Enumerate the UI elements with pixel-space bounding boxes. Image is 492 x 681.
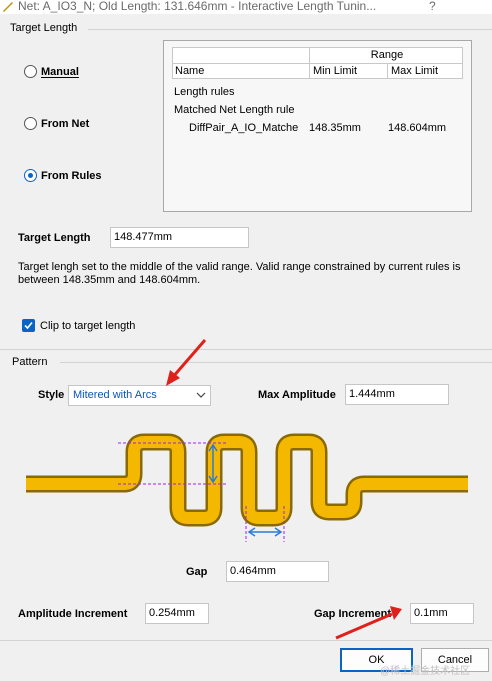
footer-separator — [0, 640, 492, 641]
watermark: @稀土掘金技术社区 — [380, 666, 471, 677]
annotation-arrows — [166, 339, 402, 640]
